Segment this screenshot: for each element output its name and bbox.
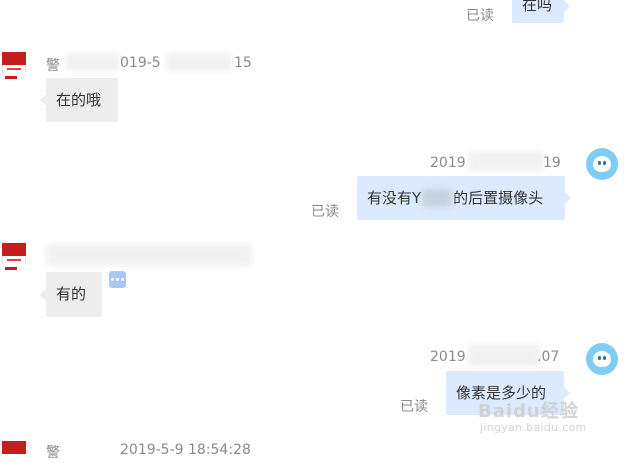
message-text: 有没有Y <box>367 188 422 207</box>
message-timestamp: 2019 <box>430 155 466 171</box>
message-text: 在吗 <box>522 0 553 14</box>
read-receipt: 已读 <box>400 399 428 415</box>
message-meta: 警 <box>46 55 60 75</box>
shop-avatar[interactable] <box>2 441 26 475</box>
sender-name: 警 <box>46 58 60 74</box>
read-receipt: 已读 <box>311 204 339 220</box>
redacted-area <box>46 244 252 266</box>
read-receipt: 已读 <box>466 8 494 24</box>
message-timestamp-tail: .07 <box>537 349 560 365</box>
message-timestamp: 2019 <box>430 349 466 365</box>
watermark-main: Baidu经验 <box>478 401 579 422</box>
sender-name: 警 <box>46 445 60 461</box>
shop-avatar[interactable] <box>2 52 26 86</box>
message-bubble-incoming[interactable]: 有的 <box>46 272 102 317</box>
redacted-area <box>468 151 544 171</box>
more-icon[interactable] <box>109 271 126 288</box>
message-timestamp-tail: 15 <box>234 55 252 71</box>
message-timestamp: 2019-5-9 18:54:28 <box>120 442 251 458</box>
message-meta: 警 <box>46 442 60 462</box>
message-bubble-incoming[interactable]: 在的哦 <box>46 78 118 122</box>
message-timestamp-tail: 19 <box>543 155 561 171</box>
user-avatar[interactable] <box>586 343 618 375</box>
message-bubble-outgoing[interactable]: 在吗 <box>512 0 564 23</box>
message-text: 有的 <box>56 285 87 303</box>
shop-avatar[interactable] <box>2 243 26 277</box>
user-avatar[interactable] <box>586 148 618 180</box>
message-timestamp: 019-5 <box>120 55 161 71</box>
redacted-text <box>422 189 453 207</box>
watermark-sub: jingyan.baidu.com <box>480 421 587 434</box>
redacted-area <box>66 53 120 71</box>
message-text: 的后置摄像头 <box>453 188 544 207</box>
redacted-area <box>166 53 232 71</box>
message-bubble-outgoing[interactable]: 有没有Y 的后置摄像头 <box>357 176 565 220</box>
redacted-area <box>468 344 540 366</box>
watermark-logo: Baidu经验 jingyan.baidu.com <box>478 397 618 441</box>
message-text: 在的哦 <box>56 90 102 109</box>
